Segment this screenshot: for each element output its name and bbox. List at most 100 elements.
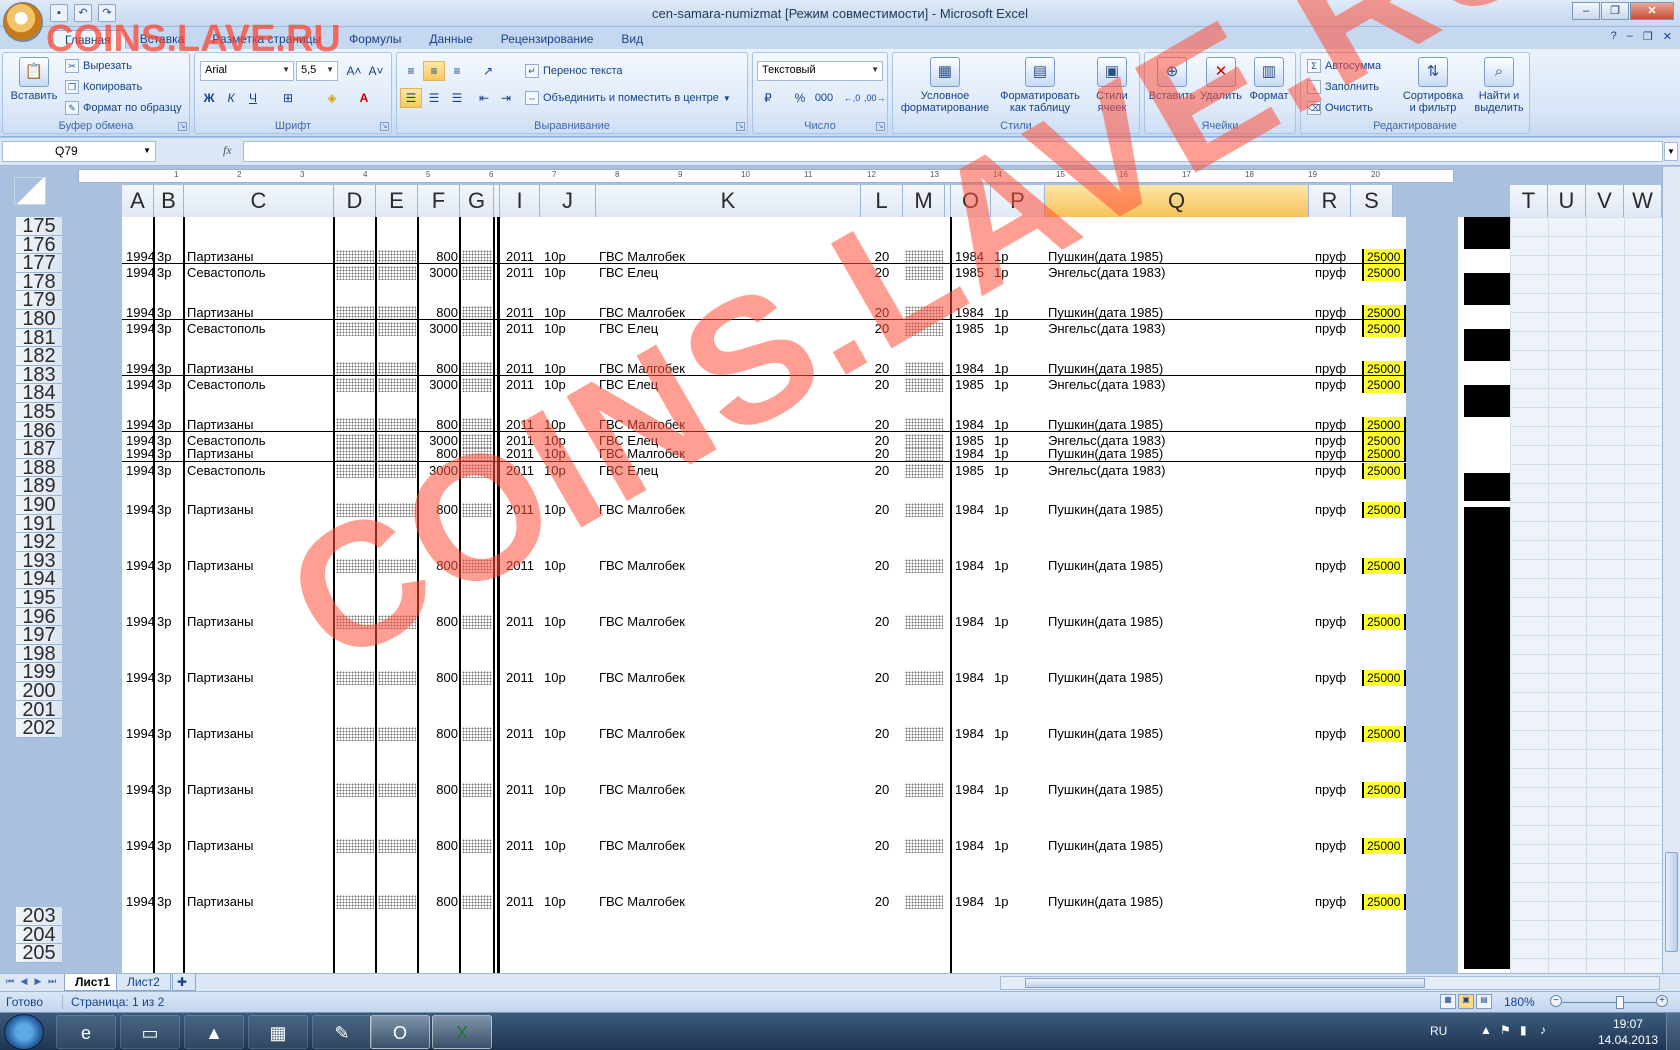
- cell-q[interactable]: Энгельс(дата 1983): [1048, 321, 1165, 337]
- grow-font-button[interactable]: A˄: [343, 61, 365, 81]
- cell-o[interactable]: 1985: [955, 265, 984, 281]
- conditional-formatting-button[interactable]: ▦ Условное форматирование: [897, 57, 993, 114]
- cell-i[interactable]: 2011: [506, 558, 534, 574]
- wrap-text-button[interactable]: ↵ Перенос текста: [525, 64, 623, 78]
- fill-color-icon[interactable]: ◈: [321, 88, 343, 108]
- cell-a[interactable]: 1994: [126, 614, 155, 630]
- cell-k[interactable]: ГВС Малгобек: [599, 446, 685, 462]
- cell-r[interactable]: пруф: [1315, 894, 1346, 910]
- row-header[interactable]: 185: [16, 403, 62, 422]
- cell-r[interactable]: пруф: [1315, 446, 1346, 462]
- opera-icon[interactable]: O: [370, 1015, 430, 1049]
- cell-j[interactable]: 10р: [544, 838, 566, 854]
- cell-s-highlighted[interactable]: 25000: [1362, 558, 1406, 574]
- cell-q[interactable]: Пушкин(дата 1985): [1048, 782, 1163, 798]
- row-header[interactable]: 177: [16, 254, 62, 273]
- cell-l[interactable]: 20: [861, 321, 903, 337]
- cell-c[interactable]: Партизаны: [187, 502, 253, 518]
- cell-f[interactable]: 800: [418, 894, 458, 910]
- row-header[interactable]: 178: [16, 272, 62, 292]
- empty-cells[interactable]: [1510, 217, 1662, 973]
- thousands-button[interactable]: 000: [811, 88, 837, 108]
- name-box[interactable]: Q79 ▼: [2, 141, 156, 162]
- cell-l[interactable]: 20: [861, 502, 903, 518]
- cell-s-highlighted[interactable]: 25000: [1362, 894, 1406, 910]
- normal-view-icon[interactable]: ▦: [1440, 994, 1456, 1009]
- ribbon-close-icon[interactable]: ✕: [1663, 30, 1672, 43]
- sheet-tab-2[interactable]: Лист2: [116, 974, 171, 991]
- cell-k[interactable]: ГВС Елец: [599, 265, 658, 281]
- borders-icon[interactable]: ⊞: [277, 88, 299, 108]
- cell-l[interactable]: 20: [861, 463, 903, 479]
- column-header-m[interactable]: M: [903, 185, 945, 217]
- row-header[interactable]: 193: [16, 551, 62, 571]
- column-header-d[interactable]: D: [334, 185, 376, 217]
- cell-s-highlighted[interactable]: 25000: [1362, 446, 1406, 462]
- cell-p[interactable]: 1р: [994, 446, 1008, 462]
- internet-explorer-icon[interactable]: e: [56, 1015, 116, 1049]
- select-all-corner[interactable]: [0, 167, 56, 214]
- table-row[interactable]: 1994 3р Севастополь 2011 10р ГВС Елец 1985 1р Эн…: [122, 463, 1406, 479]
- cell-q[interactable]: Пушкин(дата 1985): [1048, 614, 1163, 630]
- column-header-c[interactable]: C: [184, 185, 334, 217]
- cell-r[interactable]: пруф: [1315, 726, 1346, 742]
- horizontal-scroll-thumb[interactable]: [1025, 978, 1425, 988]
- cell-r[interactable]: пруф: [1315, 321, 1346, 337]
- cell-b[interactable]: 3р: [157, 838, 171, 854]
- tab-view[interactable]: Вид: [607, 30, 657, 49]
- delete-cells-button[interactable]: ✕ Удалить: [1197, 57, 1245, 102]
- table-row[interactable]: 1994 3р Партизаны 2011 10р ГВС Малгобек 1984 1р…: [122, 558, 1406, 574]
- cell-q[interactable]: Энгельс(дата 1983): [1048, 463, 1165, 479]
- cell-f[interactable]: 800: [418, 782, 458, 798]
- cell-p[interactable]: 1р: [994, 670, 1008, 686]
- close-button[interactable]: ✕: [1630, 2, 1674, 20]
- column-header-a[interactable]: A: [122, 185, 154, 217]
- row-header[interactable]: 183: [16, 365, 62, 385]
- cell-p[interactable]: 1р: [994, 463, 1008, 479]
- cell-j[interactable]: 10р: [544, 726, 566, 742]
- row-header[interactable]: 203: [16, 907, 62, 926]
- text-orientation-icon[interactable]: ↗: [477, 61, 499, 81]
- page-layout-view-icon[interactable]: ▣: [1458, 994, 1474, 1009]
- cell-i[interactable]: 2011: [506, 726, 534, 742]
- row-header[interactable]: 179: [16, 291, 62, 310]
- cell-j[interactable]: 10р: [544, 321, 566, 337]
- cell-k[interactable]: ГВС Елец: [599, 377, 658, 393]
- tab-data[interactable]: Данные: [415, 30, 486, 49]
- row-header[interactable]: 202: [16, 719, 62, 738]
- cell-j[interactable]: 10р: [544, 782, 566, 798]
- cell-f[interactable]: 800: [418, 726, 458, 742]
- cell-r[interactable]: пруф: [1315, 782, 1346, 798]
- tab-home[interactable]: Главная: [50, 30, 126, 49]
- ribbon-minimize-icon[interactable]: –: [1627, 30, 1633, 43]
- column-header-v[interactable]: V: [1586, 185, 1624, 217]
- network-icon[interactable]: ▮: [1520, 1023, 1527, 1037]
- column-header-k[interactable]: K: [596, 185, 861, 217]
- cell-a[interactable]: 1994: [126, 446, 155, 462]
- cell-l[interactable]: 20: [861, 377, 903, 393]
- tab-review[interactable]: Рецензирование: [487, 30, 608, 49]
- cell-p[interactable]: 1р: [994, 894, 1008, 910]
- table-row[interactable]: 1994 3р Партизаны 2011 10р ГВС Малгобек 1984 1р…: [122, 782, 1406, 798]
- column-header-i[interactable]: I: [500, 185, 540, 217]
- ribbon-restore-icon[interactable]: ❐: [1643, 30, 1653, 43]
- cell-l[interactable]: 20: [861, 614, 903, 630]
- cell-c[interactable]: Партизаны: [187, 446, 253, 462]
- cell-j[interactable]: 10р: [544, 894, 566, 910]
- zoom-out-icon[interactable]: −: [1550, 995, 1562, 1007]
- cell-q[interactable]: Пушкин(дата 1985): [1048, 894, 1163, 910]
- next-sheet-icon[interactable]: ▶: [32, 976, 44, 989]
- alignment-dialog-launcher[interactable]: ↘: [736, 122, 745, 131]
- tab-insert[interactable]: Вставка: [126, 30, 199, 49]
- column-header-w[interactable]: W: [1624, 185, 1662, 217]
- cell-l[interactable]: 20: [861, 446, 903, 462]
- cell-k[interactable]: ГВС Елец: [599, 463, 658, 479]
- row-header[interactable]: 192: [16, 533, 62, 552]
- cell-c[interactable]: Партизаны: [187, 558, 253, 574]
- increase-indent-icon[interactable]: ⇥: [495, 88, 517, 108]
- cell-c[interactable]: Партизаны: [187, 782, 253, 798]
- cell-styles-button[interactable]: ▣ Стили ячеек: [1087, 57, 1137, 114]
- table-row[interactable]: 1994 3р Партизаны 2011 10р ГВС Малгобек 1984 1р…: [122, 614, 1406, 630]
- cell-f[interactable]: 3000: [418, 321, 458, 337]
- row-header[interactable]: 190: [16, 496, 62, 515]
